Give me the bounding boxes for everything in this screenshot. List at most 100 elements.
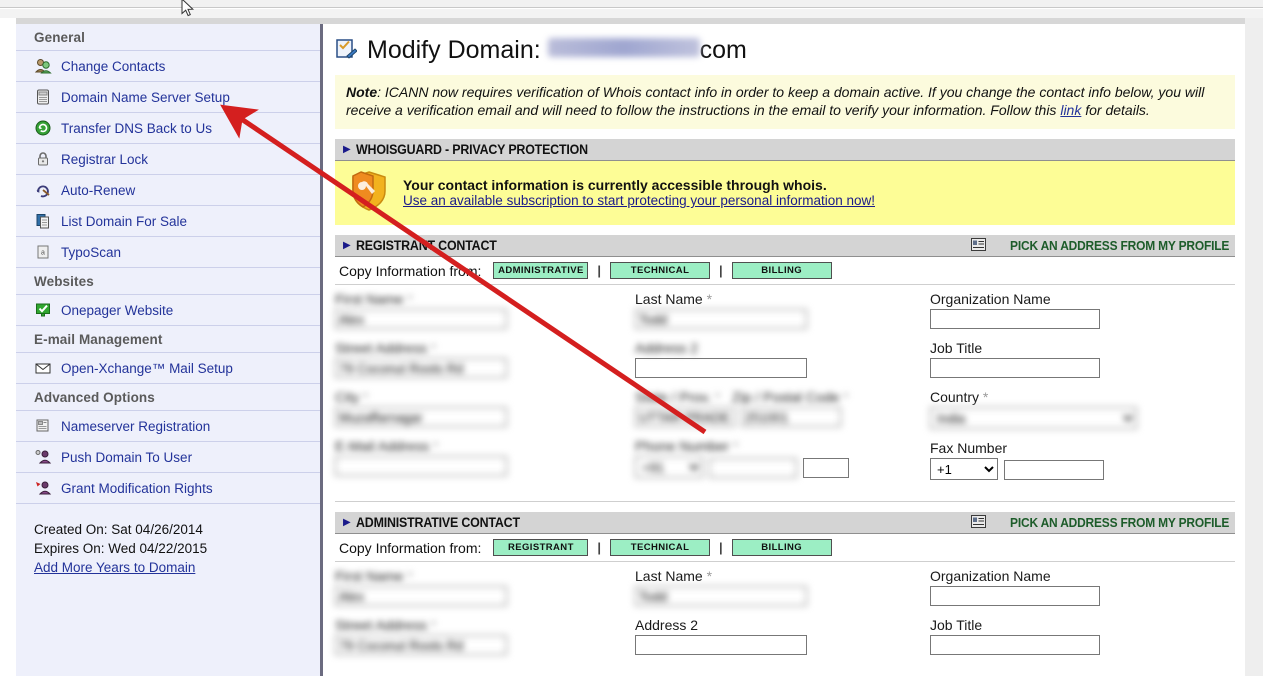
- sidebar-item-label[interactable]: Auto-Renew: [61, 183, 135, 198]
- organization-name-input[interactable]: [930, 586, 1100, 606]
- copy-from-registrant-button[interactable]: REGISTRANT: [493, 539, 589, 556]
- typoscan-icon: a: [34, 243, 52, 261]
- field-label: Phone Number *: [635, 438, 739, 454]
- sidebar-item-label[interactable]: Domain Name Server Setup: [61, 90, 230, 105]
- field-label: Address 2: [635, 340, 699, 356]
- sidebar-item-typoscan[interactable]: a TypoScan: [16, 237, 320, 267]
- sidebar-item-domain-name-server-setup[interactable]: Domain Name Server Setup: [16, 82, 320, 112]
- chevron-right-icon: ▶: [343, 240, 351, 251]
- push-user-icon: [34, 448, 52, 466]
- pick-address-label: PICK AN ADDRESS FROM MY PROFILE: [1009, 515, 1229, 530]
- sidebar-group-email-management: E-mail Management: [34, 332, 163, 347]
- sidebar-item-label[interactable]: Push Domain To User: [61, 450, 192, 465]
- domain-dates-block: Created On: Sat 04/26/2014 Expires On: W…: [16, 504, 320, 577]
- field-address-2-registrant: Address 2: [635, 340, 930, 378]
- zip-input[interactable]: [741, 407, 841, 427]
- field-job-title-administrative: Job Title: [930, 617, 1230, 655]
- copy-information-row-registrant: Copy Information from: ADMINISTRATIVE | …: [335, 257, 1235, 285]
- sidebar-item-label[interactable]: Onepager Website: [61, 303, 173, 318]
- street-address-input[interactable]: [335, 358, 507, 378]
- field-label: Country *: [930, 389, 989, 405]
- street-address-input[interactable]: [335, 635, 507, 655]
- svg-text:a: a: [41, 250, 45, 257]
- first-name-input[interactable]: [335, 586, 507, 606]
- field-label: Street Address *: [335, 617, 437, 633]
- sidebar-item-open-xchange-mail-setup[interactable]: Open-Xchange™ Mail Setup: [16, 353, 320, 383]
- fax-country-code-select[interactable]: +1: [930, 458, 998, 480]
- country-select[interactable]: India: [930, 407, 1137, 429]
- sidebar-item-onepager-website[interactable]: Onepager Website: [16, 295, 320, 325]
- field-street-address-administrative: Street Address *: [335, 617, 635, 655]
- field-phone-registrant: Phone Number * +91: [635, 438, 930, 478]
- sidebar-item-list-domain-for-sale[interactable]: List Domain For Sale: [16, 206, 320, 236]
- field-label: Street Address *: [335, 340, 437, 356]
- sidebar-item-transfer-dns-back-to-us[interactable]: Transfer DNS Back to Us: [16, 113, 320, 143]
- last-name-input[interactable]: [635, 309, 807, 329]
- domain-name-redacted: [547, 38, 700, 57]
- city-input[interactable]: [335, 407, 507, 427]
- note-tail: for details.: [1081, 102, 1150, 118]
- field-label: Last Name *: [635, 291, 713, 307]
- email-input[interactable]: [335, 456, 507, 476]
- last-name-input[interactable]: [635, 586, 807, 606]
- pick-address-from-profile-administrative[interactable]: PICK AN ADDRESS FROM MY PROFILE: [970, 514, 1229, 531]
- state-input[interactable]: [635, 407, 735, 427]
- fax-number-input[interactable]: [1004, 460, 1104, 480]
- whoisguard-subscription-link[interactable]: Use an available subscription to start p…: [403, 193, 875, 208]
- address-card-icon: [970, 514, 986, 531]
- field-last-name-registrant: Last Name *: [635, 291, 930, 329]
- chevron-right-icon: ▶: [343, 144, 351, 155]
- section-header-administrative-contact[interactable]: ▶ ADMINISTRATIVE CONTACT PICK AN ADDRESS…: [335, 512, 1235, 534]
- page-right-gutter: [1245, 18, 1263, 676]
- organization-name-input[interactable]: [930, 309, 1100, 329]
- sidebar-item-label[interactable]: Grant Modification Rights: [61, 481, 213, 496]
- sidebar-item-auto-renew[interactable]: Auto-Renew: [16, 175, 320, 205]
- sidebar-item-grant-modification-rights[interactable]: Grant Modification Rights: [16, 473, 320, 503]
- job-title-input[interactable]: [930, 358, 1100, 378]
- first-name-input[interactable]: [335, 309, 507, 329]
- administrative-fields: First Name * Street Address * Last Name …: [335, 568, 1235, 666]
- sidebar-item-label[interactable]: Change Contacts: [61, 59, 165, 74]
- note-link[interactable]: link: [1060, 102, 1081, 118]
- field-country-registrant: Country * India: [930, 389, 1230, 429]
- sidebar-item-label[interactable]: Nameserver Registration: [61, 419, 210, 434]
- section-bottom-rule: [335, 501, 1235, 502]
- field-street-address-registrant: Street Address *: [335, 340, 635, 378]
- sidebar-item-label[interactable]: Open-Xchange™ Mail Setup: [61, 361, 233, 376]
- phone-extension-input[interactable]: [803, 458, 849, 478]
- copy-from-technical-button[interactable]: TECHNICAL: [610, 262, 711, 279]
- refresh-green-icon: [34, 119, 52, 137]
- add-more-years-link[interactable]: Add More Years to Domain: [34, 560, 195, 575]
- copy-information-label: Copy Information from:: [339, 539, 482, 556]
- separator-pipe: |: [719, 540, 723, 555]
- sidebar-group-websites: Websites: [34, 274, 94, 289]
- field-organization-registrant: Organization Name: [930, 291, 1230, 329]
- note-bold-prefix: Note: [346, 84, 378, 100]
- sidebar-item-label[interactable]: List Domain For Sale: [61, 214, 187, 229]
- sidebar-group-advanced-options: Advanced Options: [34, 390, 155, 405]
- copy-from-technical-button[interactable]: TECHNICAL: [610, 539, 711, 556]
- contacts-icon: [34, 57, 52, 75]
- pick-address-from-profile-registrant[interactable]: PICK AN ADDRESS FROM MY PROFILE: [970, 237, 1229, 254]
- field-fax-registrant: Fax Number +1: [930, 440, 1230, 480]
- section-header-registrant-contact[interactable]: ▶ REGISTRANT CONTACT PICK AN ADDRESS FRO…: [335, 235, 1235, 257]
- copy-from-billing-button[interactable]: BILLING: [731, 539, 832, 556]
- page-title: Modify Domain: com: [367, 36, 747, 65]
- sidebar-item-change-contacts[interactable]: Change Contacts: [16, 51, 320, 81]
- address-2-input[interactable]: [635, 635, 807, 655]
- copy-from-administrative-button[interactable]: ADMINISTRATIVE: [493, 262, 589, 279]
- section-title: ADMINISTRATIVE CONTACT: [355, 515, 520, 530]
- phone-country-code-select[interactable]: +91: [635, 456, 703, 478]
- copy-from-billing-button[interactable]: BILLING: [731, 262, 832, 279]
- sidebar-item-label[interactable]: Registrar Lock: [61, 152, 148, 167]
- sidebar-item-nameserver-registration[interactable]: Nameserver Registration: [16, 411, 320, 441]
- sidebar-item-label[interactable]: Transfer DNS Back to Us: [61, 121, 212, 136]
- phone-number-input[interactable]: [709, 458, 797, 478]
- expires-on-text: Expires On: Wed 04/22/2015: [34, 541, 208, 556]
- address-2-input[interactable]: [635, 358, 807, 378]
- job-title-input[interactable]: [930, 635, 1100, 655]
- sidebar-item-label[interactable]: TypoScan: [61, 245, 121, 260]
- sidebar-item-registrar-lock[interactable]: Registrar Lock: [16, 144, 320, 174]
- section-header-whoisguard[interactable]: ▶ WHOISGUARD - PRIVACY PROTECTION: [335, 139, 1235, 161]
- sidebar-item-push-domain-to-user[interactable]: Push Domain To User: [16, 442, 320, 472]
